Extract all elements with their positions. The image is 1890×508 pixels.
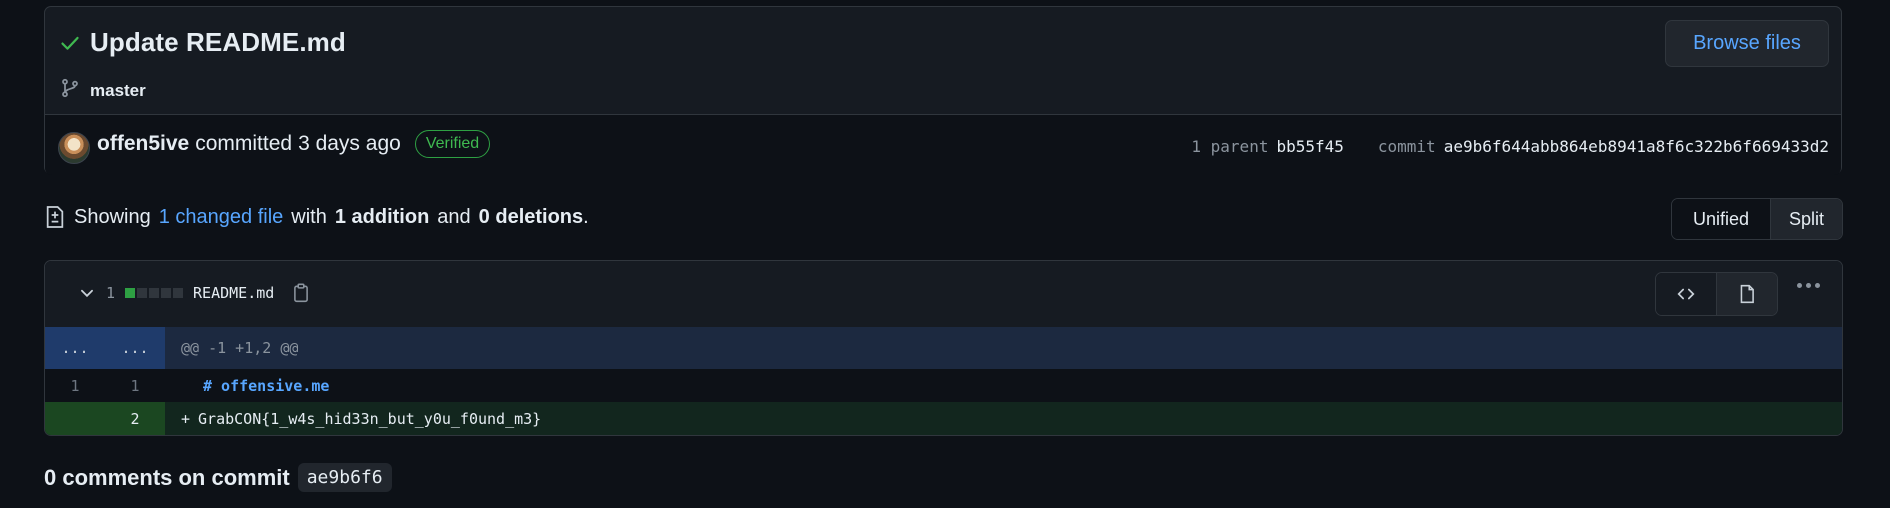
commit-author-line: offen5ive committed 3 days ago Verified bbox=[97, 130, 491, 158]
kebab-icon[interactable] bbox=[1797, 283, 1820, 288]
file-view-actions bbox=[1655, 272, 1778, 316]
comments-heading: 0 comments on commit ae9b6f6 bbox=[44, 463, 392, 492]
parent-sha-link[interactable]: bb55f45 bbox=[1276, 137, 1343, 156]
diffstat-neutral-block bbox=[173, 288, 184, 298]
commit-time: 3 days ago bbox=[298, 132, 401, 155]
author-link[interactable]: offen5ive bbox=[97, 132, 189, 156]
chevron-down-icon[interactable] bbox=[78, 284, 96, 302]
file-icon[interactable] bbox=[1716, 273, 1777, 315]
hunk-expand-new[interactable]: ... bbox=[105, 327, 165, 369]
diffstat-added-block bbox=[125, 288, 136, 298]
line-code: # offensive.me bbox=[203, 376, 330, 395]
clipboard-icon[interactable] bbox=[292, 283, 310, 303]
line-number-old[interactable]: 1 bbox=[45, 369, 105, 402]
period: . bbox=[583, 205, 589, 228]
line-code: GrabCON{1_w4s_hid33n_but_y0u_f0und_m3} bbox=[198, 410, 542, 428]
commit-action: committed bbox=[195, 132, 293, 155]
commit-label: commit bbox=[1377, 137, 1436, 156]
deletions-count: 0 deletions bbox=[478, 205, 584, 228]
diff-summary: Showing 1 changed file with 1 addition a… bbox=[44, 205, 589, 229]
commit-meta: offen5ive committed 3 days ago Verified … bbox=[45, 114, 1841, 175]
hunk-expand-old[interactable]: ... bbox=[45, 327, 105, 369]
split-button[interactable]: Split bbox=[1771, 199, 1842, 239]
file-diff: 1 README.md ... ... @@ -1 +1,2 @@ 1 1 # … bbox=[44, 260, 1843, 436]
commit-shas: 1 parent bb55f45 commit ae9b6f644abb864e… bbox=[1191, 137, 1829, 156]
hunk-header-row: ... ... @@ -1 +1,2 @@ bbox=[45, 327, 1842, 369]
commit-sha: ae9b6f644abb864eb8941a8f6c322b6f669433d2 bbox=[1443, 137, 1829, 156]
line-number-old bbox=[45, 402, 105, 435]
diffstat-neutral-block bbox=[149, 288, 160, 298]
diff-line-context: 1 1 # offensive.me bbox=[45, 369, 1842, 402]
commit-title: Update README.md bbox=[90, 27, 346, 57]
browse-files-button[interactable]: Browse files bbox=[1665, 20, 1829, 67]
diffstat-neutral-block bbox=[161, 288, 172, 298]
commit-title-row: Update README.md bbox=[60, 27, 346, 58]
avatar[interactable] bbox=[58, 132, 90, 164]
branch-name[interactable]: master bbox=[90, 81, 146, 101]
file-name-link[interactable]: README.md bbox=[193, 284, 274, 302]
commit-sha-chip: ae9b6f6 bbox=[297, 463, 392, 492]
git-branch-icon bbox=[60, 77, 80, 104]
file-header: 1 README.md bbox=[45, 261, 1842, 328]
branch-row[interactable]: master bbox=[60, 77, 146, 104]
parent-label: 1 parent bbox=[1191, 137, 1269, 156]
with-label: with bbox=[291, 205, 327, 228]
change-count: 1 bbox=[106, 284, 116, 302]
check-icon bbox=[60, 33, 80, 53]
diff-icon bbox=[44, 205, 66, 229]
changed-files-link[interactable]: 1 changed file bbox=[159, 206, 284, 229]
comments-label: 0 comments on commit bbox=[44, 464, 290, 490]
diff-line-addition: 2 + GrabCON{1_w4s_hid33n_but_y0u_f0und_m… bbox=[45, 402, 1842, 435]
line-number-new[interactable]: 1 bbox=[105, 369, 165, 402]
additions-count: 1 addition bbox=[334, 205, 430, 228]
unified-button[interactable]: Unified bbox=[1672, 199, 1771, 239]
diff-view-toggle: Unified Split bbox=[1671, 198, 1843, 240]
commit-header: Update README.md master Browse files off… bbox=[44, 6, 1842, 175]
addition-marker: + bbox=[181, 410, 191, 428]
verified-badge[interactable]: Verified bbox=[414, 130, 491, 158]
showing-label: Showing bbox=[74, 205, 151, 228]
diffstat bbox=[125, 288, 184, 298]
hunk-header: @@ -1 +1,2 @@ bbox=[181, 339, 299, 357]
file-header-left: 1 README.md bbox=[78, 283, 310, 303]
diffstat-neutral-block bbox=[137, 288, 148, 298]
and-label: and bbox=[437, 205, 471, 228]
commit-summary: Update README.md master Browse files bbox=[45, 7, 1841, 115]
code-icon[interactable] bbox=[1656, 273, 1716, 315]
line-number-new[interactable]: 2 bbox=[105, 402, 165, 435]
